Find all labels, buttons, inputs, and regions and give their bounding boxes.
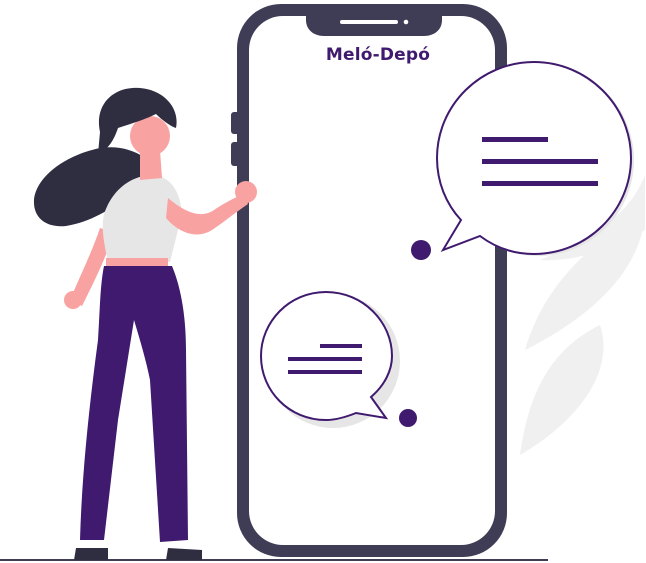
chat-bubble-small-line-3	[288, 370, 362, 374]
phone-notch	[306, 16, 442, 36]
chat-bubble-large-line-3	[482, 181, 598, 186]
shoe-right	[166, 548, 202, 560]
hand-right	[235, 181, 257, 203]
chat-bubble-large-line-2	[482, 159, 598, 164]
phone-speaker	[340, 20, 398, 24]
chat-bubble-small-line-2	[288, 357, 362, 361]
phone-screen	[249, 16, 495, 545]
trousers	[80, 266, 188, 542]
phone-camera	[403, 19, 409, 25]
hand-left	[64, 291, 82, 309]
phone-device	[231, 4, 507, 557]
chat-bubble-small-line-1	[320, 344, 362, 348]
chat-bubble-large	[435, 60, 634, 256]
chat-bubble-large-line-1	[482, 137, 548, 142]
illustration-scene	[0, 4, 645, 561]
shoe-left	[74, 548, 108, 560]
chat-dot-upper	[411, 240, 431, 260]
brand-title: Meló-Depó	[325, 45, 431, 65]
woman-figure	[33, 87, 257, 560]
chat-dot-lower	[399, 409, 417, 427]
